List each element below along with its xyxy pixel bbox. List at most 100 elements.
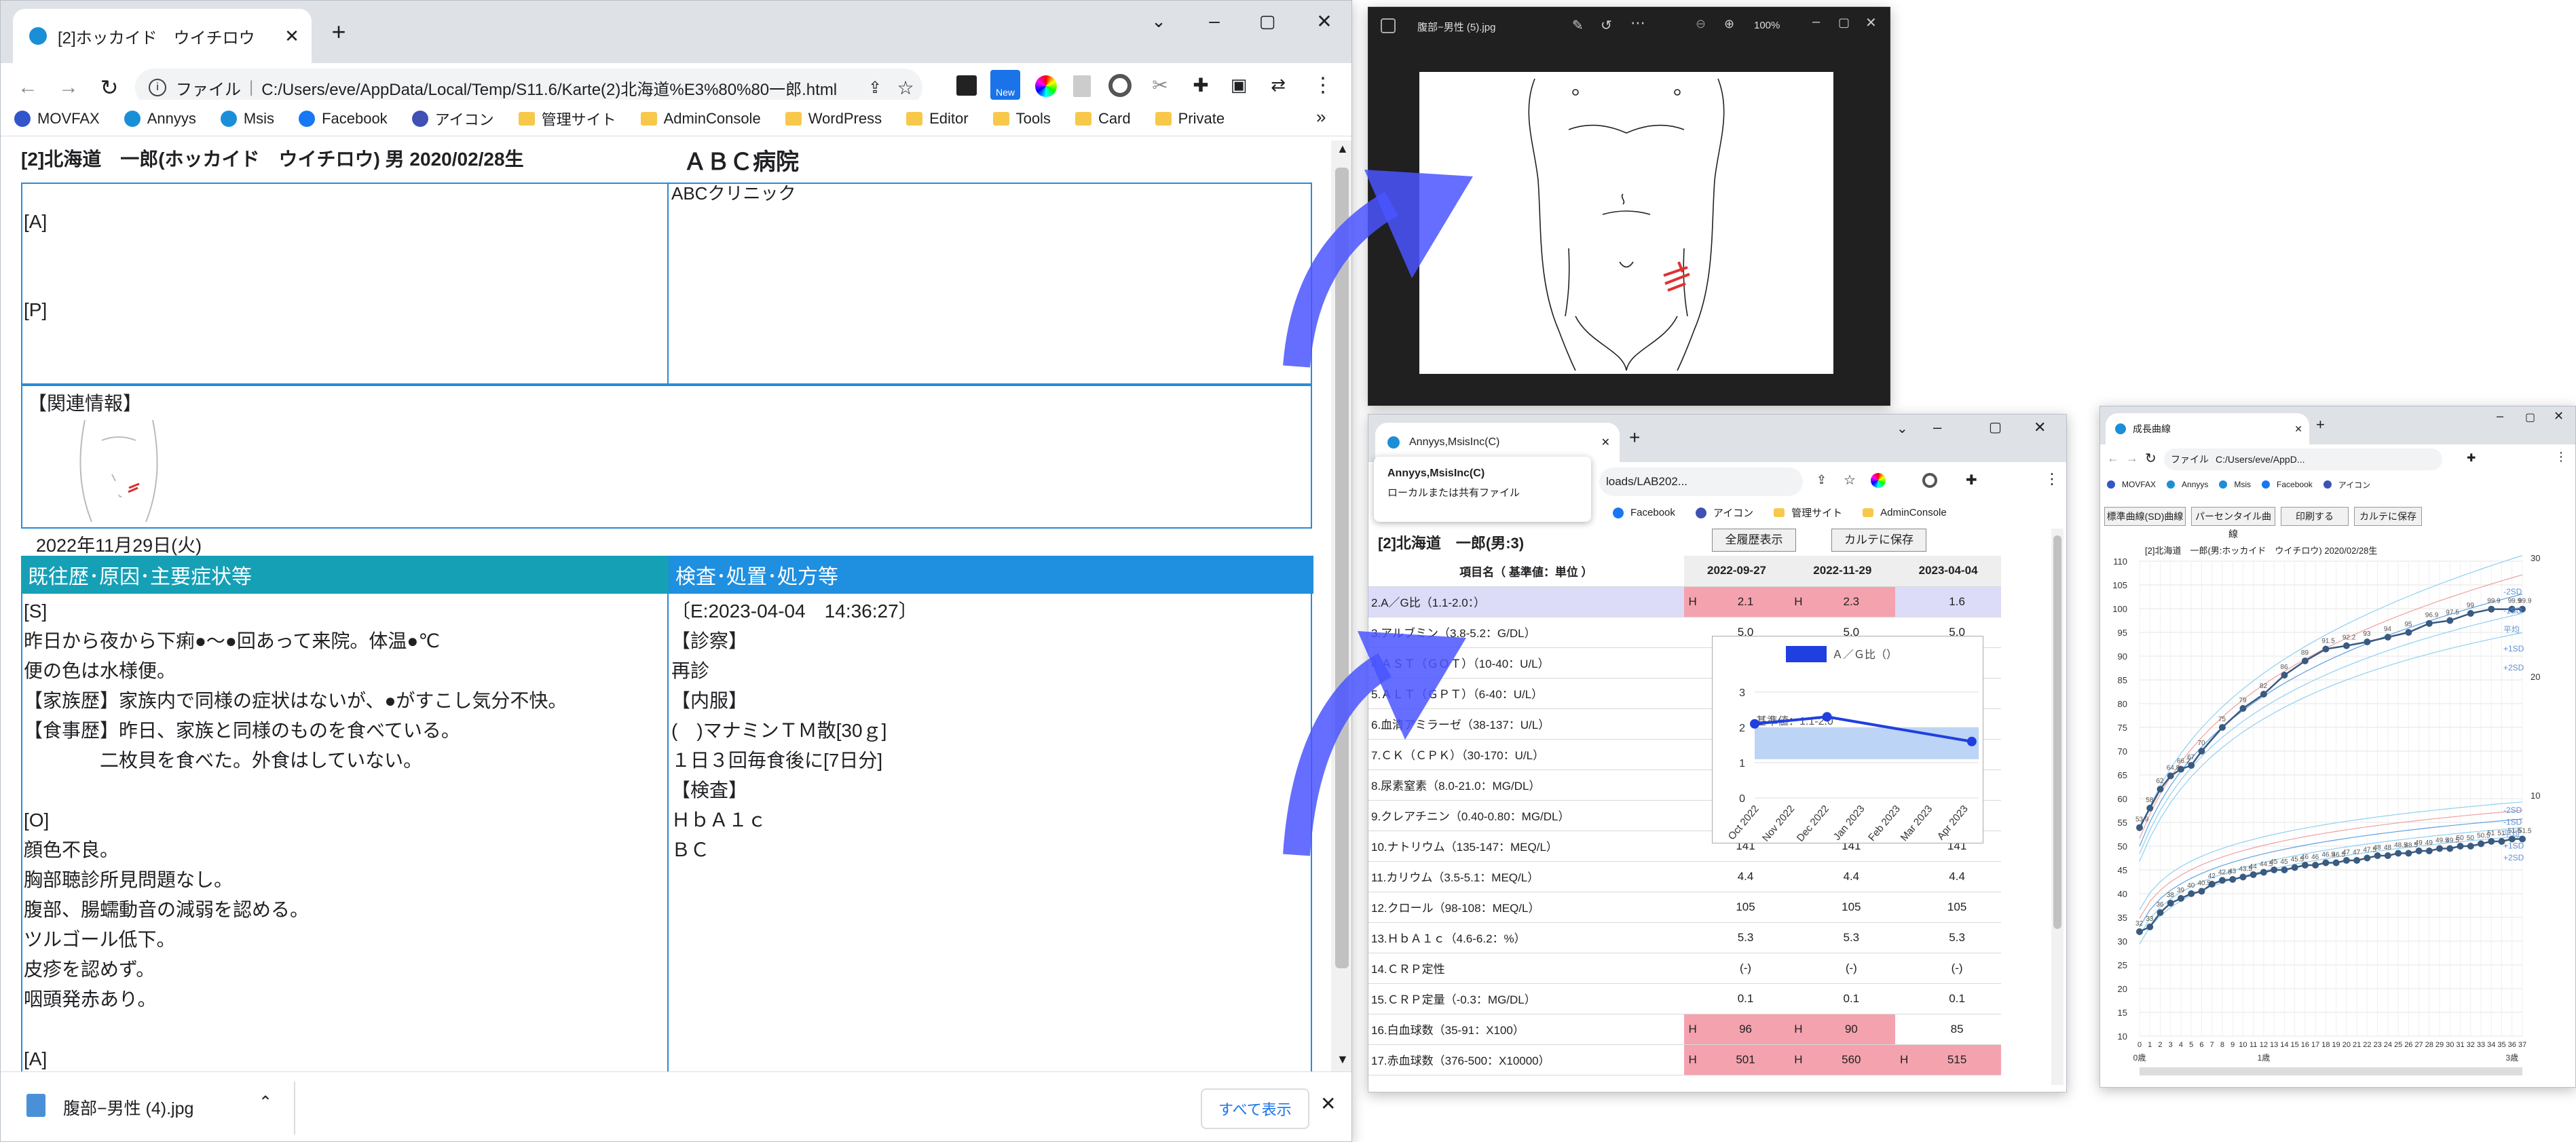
bookmark-item[interactable]: 管理サイト	[518, 108, 616, 130]
download-chevron-icon[interactable]: ⌃	[259, 1092, 272, 1112]
lab-star-icon[interactable]: ☆	[1844, 472, 1856, 489]
menu-icon[interactable]: ⋮	[1311, 73, 1335, 97]
lab-new-tab-icon[interactable]: +	[1629, 427, 1640, 449]
growth-address-bar[interactable]: ファイル C:/Users/eve/AppD...	[2164, 449, 2442, 470]
bookmark-item[interactable]: Facebook	[1613, 507, 1675, 518]
bookmark-item[interactable]: アイコン	[1695, 506, 1753, 520]
bookmarks-more[interactable]: »	[1316, 107, 1326, 128]
zoom-in-icon[interactable]: ⊕	[1724, 17, 1734, 31]
bookmark-star-icon[interactable]: ☆	[889, 77, 922, 99]
bookmark-item[interactable]: WordPress	[785, 110, 882, 128]
bookmark-item[interactable]: Tools	[992, 110, 1051, 128]
extension-color-icon[interactable]	[1035, 75, 1057, 97]
bookmark-item[interactable]: Annyys	[124, 110, 196, 128]
profile-sync-icon[interactable]: ⇄	[1266, 73, 1290, 97]
rotate-icon[interactable]: ↺	[1601, 17, 1612, 34]
extensions-puzzle-icon[interactable]: ✚	[1189, 73, 1213, 97]
minimize-icon[interactable]: –	[1201, 7, 1228, 35]
lab-row[interactable]: 15.ＣＲＰ定量（-0.3：MG/DL） 0.1 0.1 0.1	[1368, 983, 2001, 1014]
share-icon[interactable]: ⇪	[861, 78, 889, 98]
growth-reload-icon[interactable]: ↻	[2145, 450, 2157, 467]
bookmark-item[interactable]: アイコン	[2323, 479, 2370, 491]
scroll-down-icon[interactable]: ▼	[1337, 1052, 1349, 1067]
growth-tab-close-icon[interactable]: ✕	[2294, 423, 2302, 435]
lab-row[interactable]: 13.ＨｂＡ１ｃ（4.6-6.2：%） 5.3 5.3 5.3	[1368, 922, 2001, 953]
tab-search-icon[interactable]: ⌄	[1145, 7, 1172, 35]
extension-new-icon[interactable]: New	[990, 70, 1020, 100]
extension-doc-icon[interactable]	[1073, 75, 1091, 97]
viewer-close-icon[interactable]: ✕	[1865, 14, 1877, 31]
info-icon[interactable]: i	[149, 79, 166, 96]
lab-chevron-icon[interactable]: ⌄	[1897, 420, 1908, 437]
lab-row[interactable]: 12.クロール（98-108：MEQ/L） 105 105 105	[1368, 892, 2001, 923]
download-filename[interactable]: 腹部−男性 (4).jpg	[63, 1095, 193, 1120]
lab-scroll-thumb[interactable]	[2053, 535, 2061, 929]
lab-share-icon[interactable]: ⇪	[1816, 473, 1827, 487]
bookmark-item[interactable]: Private	[1155, 110, 1225, 128]
growth-maximize-icon[interactable]: ▢	[2525, 411, 2535, 424]
growth-menu-icon[interactable]: ⋮	[2555, 450, 2567, 464]
back-icon[interactable]: ←	[14, 74, 41, 101]
bookmark-item[interactable]: Editor	[906, 110, 969, 128]
lab-maximize-icon[interactable]: ▢	[1989, 419, 2002, 436]
extension-bookmark-icon[interactable]	[956, 75, 977, 96]
growth-button[interactable]: カルテに保存	[2354, 507, 2422, 526]
growth-back-icon[interactable]: ←	[2107, 451, 2119, 465]
page-scrollbar[interactable]: ▲ ▼	[1331, 140, 1351, 1071]
new-tab-icon[interactable]: +	[325, 18, 352, 45]
bookmark-item[interactable]: Card	[1075, 110, 1131, 128]
lab-row[interactable]: 2.A／G比（1.1-2.0：） H 2.1 H 2.3 1.6	[1368, 586, 2001, 617]
growth-forward-icon[interactable]: →	[2126, 451, 2138, 465]
edit-icon[interactable]: ✎	[1572, 17, 1584, 34]
profile-popup[interactable]: Annyys,MsisInc(C) ローカルまたは共有ファイル	[1374, 457, 1591, 522]
lab-ext-color-icon[interactable]	[1871, 473, 1886, 488]
side-panel-icon[interactable]: ▣	[1227, 73, 1251, 97]
bookmark-item[interactable]: AdminConsole	[1863, 507, 1947, 518]
growth-button[interactable]: 標準曲線(SD)曲線	[2104, 507, 2186, 526]
bookmark-item[interactable]: AdminConsole	[640, 110, 761, 128]
growth-minimize-icon[interactable]: –	[2497, 409, 2503, 423]
lab-puzzle-icon[interactable]: ✚	[1966, 472, 1977, 489]
tab-close-icon[interactable]: ✕	[282, 26, 302, 47]
lab-row[interactable]: 16.白血球数（35-91：X100） H 96 H 90 85	[1368, 1014, 2001, 1045]
viewer-more-icon[interactable]: ⋯	[1630, 14, 1645, 32]
growth-close-icon[interactable]: ✕	[2554, 409, 2564, 423]
growth-button[interactable]: パーセンタイル曲線	[2191, 507, 2275, 539]
growth-new-tab-icon[interactable]: +	[2316, 416, 2325, 434]
bookmark-item[interactable]: Facebook	[2262, 480, 2313, 489]
bookmark-item[interactable]: Msis	[220, 110, 274, 128]
lab-close-icon[interactable]: ✕	[2034, 419, 2046, 436]
history-button[interactable]: 全履歴表示	[1712, 529, 1796, 552]
lab-row[interactable]: 11.カリウム（3.5-5.1：MEQ/L） 4.4 4.4 4.4	[1368, 861, 2001, 892]
lab-menu-icon[interactable]: ⋮	[2045, 470, 2059, 488]
growth-puzzle-icon[interactable]: ✚	[2467, 451, 2476, 465]
bookmark-item[interactable]: Annyys	[2167, 480, 2208, 489]
close-window-icon[interactable]: ✕	[1311, 7, 1338, 35]
reload-icon[interactable]: ↻	[96, 74, 123, 101]
lab-ext-circle-icon[interactable]	[1922, 473, 1937, 488]
lab-minimize-icon[interactable]: –	[1933, 419, 1941, 436]
save-karte-button[interactable]: カルテに保存	[1831, 529, 1926, 552]
bookmark-item[interactable]: MOVFAX	[14, 110, 100, 128]
viewer-minimize-icon[interactable]: –	[1812, 14, 1820, 30]
forward-icon[interactable]: →	[55, 74, 82, 101]
lab-row[interactable]: 17.赤血球数（376-500：X10000） H 501 H 560 H 515	[1368, 1044, 2001, 1076]
bookmark-item[interactable]: アイコン	[411, 108, 494, 130]
lab-scrollbar[interactable]	[2051, 529, 2064, 1085]
zoom-out-icon[interactable]: ⊖	[1696, 17, 1706, 31]
bookmark-item[interactable]: 管理サイト	[1774, 506, 1842, 520]
scroll-up-icon[interactable]: ▲	[1337, 142, 1349, 156]
maximize-icon[interactable]: ▢	[1254, 7, 1281, 35]
growth-button[interactable]: 印刷する	[2281, 507, 2349, 526]
bookmark-item[interactable]: Facebook	[299, 110, 388, 128]
bookmark-item[interactable]: MOVFAX	[2107, 480, 2156, 489]
show-all-button[interactable]: すべて表示	[1201, 1088, 1309, 1129]
download-close-icon[interactable]: ✕	[1320, 1092, 1336, 1115]
extension-cut-icon[interactable]: ✂	[1148, 73, 1172, 97]
growth-tab[interactable]: 成長曲線 ✕	[2106, 413, 2309, 444]
lab-row[interactable]: 14.ＣＲＰ定性 (-) (-) (-)	[1368, 953, 2001, 984]
extension-circle-icon[interactable]	[1108, 74, 1132, 97]
bookmark-item[interactable]: Msis	[2219, 480, 2251, 489]
lab-tab-close-icon[interactable]: ✕	[1601, 436, 1610, 449]
scroll-thumb[interactable]	[1335, 168, 1349, 968]
